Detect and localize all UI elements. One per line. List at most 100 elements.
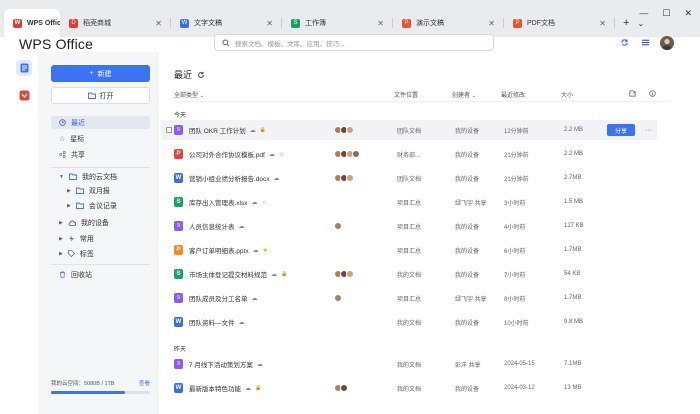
info-icon[interactable]: [649, 90, 656, 97]
table-row[interactable]: W 营销小组业绩分析报告.docx ☁ 团队文档 我的设备 21分钟前 2.7MB: [161, 168, 657, 188]
apps-rail-button[interactable]: [16, 87, 32, 103]
search-input[interactable]: 搜索文档、模板、文库、应用、技巧...: [214, 34, 494, 51]
close-icon[interactable]: ✕: [684, 8, 692, 19]
open-button[interactable]: 打开: [51, 87, 150, 104]
plus-icon: +: [89, 70, 94, 77]
cloud-icon: ☁: [252, 247, 259, 254]
minimize-icon[interactable]: —: [639, 8, 648, 19]
close-tab-icon[interactable]: ✕: [155, 19, 162, 28]
sidebar-item-label: 双月报: [88, 187, 110, 195]
column-modified[interactable]: 最近修改: [501, 90, 525, 99]
file-name[interactable]: 团队资料—文件 ☁: [189, 317, 245, 328]
sidebar-item-devices[interactable]: ▶ 我的设备: [51, 216, 150, 229]
cell-creator: 绿飞宇 共享: [455, 296, 487, 303]
tab-4[interactable]: P 演示文稿 ✕: [393, 9, 504, 37]
file-name-text: 公司对外合作协议模板.pdf: [189, 152, 265, 159]
filter-all-types[interactable]: 全部类型 ⌄: [174, 90, 204, 99]
refresh-icon[interactable]: [197, 71, 205, 79]
import-icon[interactable]: [629, 90, 636, 97]
tab-2[interactable]: W 文字文稿 ✕: [171, 9, 282, 37]
table-row[interactable]: S 市场主体登记提交材料规范 ☁ 🔒 我的文档 我的设备 7小时前 54 KB: [161, 264, 657, 284]
file-name-text: 客户订单明细表.pptx: [189, 248, 249, 255]
page-title: 最近: [174, 68, 205, 81]
close-tab-icon[interactable]: ✕: [599, 19, 606, 28]
file-name-text: 团队成员及分工名单: [189, 296, 248, 303]
file-name[interactable]: 客户订单明细表.pptx ☁ ★: [189, 245, 268, 256]
window-controls: — ☐ ✕: [639, 8, 692, 19]
app-title: WPS Office: [19, 36, 94, 52]
sidebar-item-starred[interactable]: ☆ 星标: [51, 132, 150, 145]
cell-size: 2.7MB: [564, 175, 582, 181]
sidebar-item-trash[interactable]: 回收站: [51, 268, 150, 281]
table-row[interactable]: ≡ 团队 OKR 工作计划 ☁ 🔒 团队文档 我的设备 12分钟前 2.2 MB 分享 ···: [161, 120, 657, 140]
collaborators: [334, 222, 342, 230]
column-location[interactable]: 文件位置: [394, 90, 418, 99]
column-size[interactable]: 大小: [561, 90, 573, 99]
table-row[interactable]: W 最新版本特色功能 ☁ 🔒 我的文档 我的设备 2024-03-12 13 MB: [161, 378, 657, 398]
row-checkbox[interactable]: [166, 127, 172, 133]
table-row[interactable]: W 团队资料—文件 ☁ 我的文档 我的设备 10小时前 9.8 MB: [161, 312, 657, 332]
star-outline-icon[interactable]: ☆: [279, 151, 284, 158]
collaborator-avatar: [346, 270, 354, 278]
tab-label: PDF文档: [527, 20, 555, 27]
docs-rail-button[interactable]: [16, 60, 32, 76]
pdf-file-icon: P: [174, 149, 183, 159]
file-name-text: 市场主体登记提交材料规范: [189, 272, 267, 279]
sync-icon[interactable]: [620, 38, 629, 47]
close-tab-icon[interactable]: ✕: [377, 19, 384, 28]
file-name[interactable]: 团队 OKR 工作计划 ☁ 🔒: [189, 125, 266, 135]
file-name[interactable]: 7 月线下活动策划方案 ☁: [189, 359, 263, 370]
table-row[interactable]: ≡ 人员信息统计表 ☁ 项目汇总 我的设备 4小时前 127 KB: [161, 216, 657, 236]
sidebar-item-meeting-notes[interactable]: ▶ 会议记录: [51, 199, 150, 212]
file-name[interactable]: 团队成员及分工名单 ☁: [189, 293, 258, 304]
star-outline-icon[interactable]: ☆: [262, 199, 267, 206]
tab-label: 文字文稿: [194, 20, 222, 27]
sidebar-item-cloud-docs[interactable]: ▼ 我的云文档: [51, 170, 150, 183]
avatar[interactable]: [660, 36, 674, 50]
file-name[interactable]: 营销小组业绩分析报告.docx ☁: [189, 173, 280, 184]
cell-size: 7.1MB: [564, 361, 582, 367]
cell-size: 1.7MB: [564, 295, 582, 301]
collaborator-avatar: [346, 126, 354, 134]
close-tab-icon[interactable]: ✕: [488, 19, 495, 28]
file-name[interactable]: 公司对外合作协议模板.pdf ☁ ☆: [189, 149, 284, 160]
more-icon[interactable]: ···: [645, 127, 652, 134]
tab-separator: [614, 18, 615, 28]
sidebar-item-common[interactable]: ▶ 常用: [51, 232, 150, 245]
table-row[interactable]: P 公司对外合作协议模板.pdf ☁ ☆ 财务部... 我的设备 21分钟前 2.2 MB: [161, 144, 657, 164]
table-row[interactable]: ≡ 团队成员及分工名单 ☁ 项目汇总 绿飞宇 共享 8小时前 1.7MB: [161, 288, 657, 308]
new-tab-button[interactable]: +: [623, 9, 629, 37]
menu-icon[interactable]: [641, 38, 650, 47]
maximize-icon[interactable]: ☐: [662, 8, 670, 19]
folder-icon: [69, 173, 77, 180]
cloud-icon: ☁: [268, 151, 275, 158]
sidebar-item-bimonthly[interactable]: ▶ 双月报: [51, 184, 150, 197]
file-name[interactable]: 人员信息统计表 ☁: [189, 221, 245, 232]
share-button[interactable]: 分享: [607, 124, 635, 136]
new-button[interactable]: + 新建: [51, 65, 150, 82]
tab-0[interactable]: W WPS Office: [4, 9, 60, 37]
table-row[interactable]: ≡ 7 月线下活动策划方案 ☁ 我的文档 彭洋 共享 2024-05-15 7.1MB: [161, 354, 657, 374]
header-icons: [620, 38, 650, 47]
sidebar-item-recent[interactable]: 最近: [51, 116, 150, 129]
star-icon: ☆: [59, 135, 66, 143]
sidebar-item-label: 会议记录: [88, 202, 117, 210]
table-row[interactable]: S 库存出入管理表.xlsx ☁ ☆ 项目汇总 绿飞宇 共享 3小时前 1.5 MB: [161, 192, 657, 212]
sidebar-item-shared[interactable]: 共享: [51, 148, 150, 161]
star-filled-icon[interactable]: ★: [263, 247, 268, 254]
storage-view-link[interactable]: 查看: [139, 379, 150, 387]
sidebar-item-tags[interactable]: ▶ 标签: [51, 247, 150, 260]
cloud-icon: ☁: [271, 271, 277, 278]
tab-1[interactable]: D 稻壳商城 ✕: [60, 9, 171, 37]
cell-location: 我的文档: [397, 320, 422, 327]
file-name[interactable]: 库存出入管理表.xlsx ☁ ☆: [189, 197, 267, 208]
file-name[interactable]: 最新版本特色功能 ☁ 🔒: [189, 383, 261, 393]
cell-creator: 我的设备: [455, 152, 480, 159]
cell-size: 13 MB: [564, 385, 582, 391]
tab-3[interactable]: S 工作簿 ✕: [282, 9, 393, 37]
close-tab-icon[interactable]: ✕: [266, 19, 273, 28]
file-name[interactable]: 市场主体登记提交材料规范 ☁ 🔒: [189, 269, 287, 279]
tab-5[interactable]: P PDF文档 ✕: [504, 9, 615, 37]
table-row[interactable]: P 客户订单明细表.pptx ☁ ★ 项目汇总 我的设备 6小时前 1.7MB: [161, 240, 657, 260]
column-creator[interactable]: 创建者 ⌄: [452, 90, 476, 99]
